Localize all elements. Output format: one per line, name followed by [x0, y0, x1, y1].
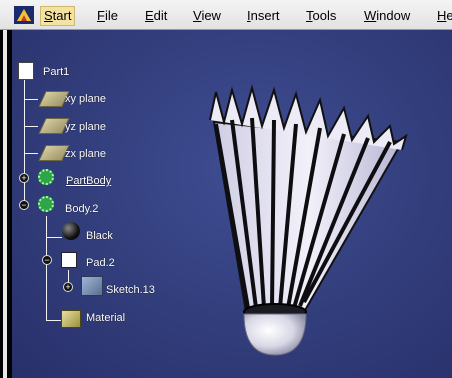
- body-gear-icon[interactable]: [38, 196, 54, 212]
- tree-item-xy-plane[interactable]: xy plane: [65, 93, 106, 105]
- tree-line: [46, 237, 62, 238]
- partbody-gear-icon[interactable]: [38, 169, 54, 185]
- expand-sketch-icon[interactable]: +: [63, 282, 73, 292]
- tree-item-pad2[interactable]: Pad.2: [86, 257, 115, 269]
- collapse-pad-icon[interactable]: −: [42, 255, 52, 265]
- tree-item-yz-plane[interactable]: yz plane: [65, 121, 106, 133]
- menu-start[interactable]: Start: [40, 6, 76, 26]
- expand-partbody-icon[interactable]: +: [19, 173, 29, 183]
- tree-line: [46, 320, 62, 321]
- menu-edit[interactable]: Edit: [145, 8, 167, 23]
- material-icon[interactable]: [61, 310, 81, 328]
- left-edge-strip: [3, 30, 7, 378]
- shuttle-cork: [243, 313, 307, 356]
- menu-tools[interactable]: Tools: [306, 8, 336, 23]
- part-icon[interactable]: [18, 62, 34, 80]
- tree-item-partbody[interactable]: PartBody: [66, 175, 111, 187]
- shuttlecock-model[interactable]: [202, 80, 412, 370]
- menu-help[interactable]: He: [437, 8, 452, 23]
- pad-icon[interactable]: [61, 252, 77, 268]
- 3d-viewport[interactable]: Part1 xy plane yz plane zx plane + PartB…: [12, 30, 452, 378]
- specification-tree: Part1 xy plane yz plane zx plane + PartB…: [12, 30, 212, 378]
- menu-window[interactable]: Window: [364, 8, 410, 23]
- tree-item-zx-plane[interactable]: zx plane: [65, 148, 106, 160]
- tree-item-body2[interactable]: Body.2: [65, 203, 98, 215]
- left-edge: [0, 30, 10, 378]
- tree-item-material[interactable]: Material: [86, 312, 125, 324]
- tree-item-sketch13[interactable]: Sketch.13: [106, 284, 155, 296]
- tree-line-main: [24, 78, 25, 210]
- tree-line: [24, 99, 38, 100]
- tree-line: [24, 153, 38, 154]
- menu-bar: Start File Edit View Insert Tools Window…: [0, 0, 452, 30]
- menu-view[interactable]: View: [193, 8, 221, 23]
- tree-item-part1[interactable]: Part1: [43, 66, 69, 78]
- menu-insert[interactable]: Insert: [247, 8, 280, 23]
- menu-file[interactable]: File: [97, 8, 118, 23]
- catia-logo-icon[interactable]: [14, 6, 34, 24]
- sketch-icon[interactable]: [81, 276, 103, 296]
- tree-line-body: [46, 216, 47, 320]
- collapse-body-icon[interactable]: −: [19, 200, 29, 210]
- tree-item-black[interactable]: Black: [86, 230, 113, 242]
- black-sphere-icon[interactable]: [62, 222, 80, 240]
- tree-line: [24, 126, 38, 127]
